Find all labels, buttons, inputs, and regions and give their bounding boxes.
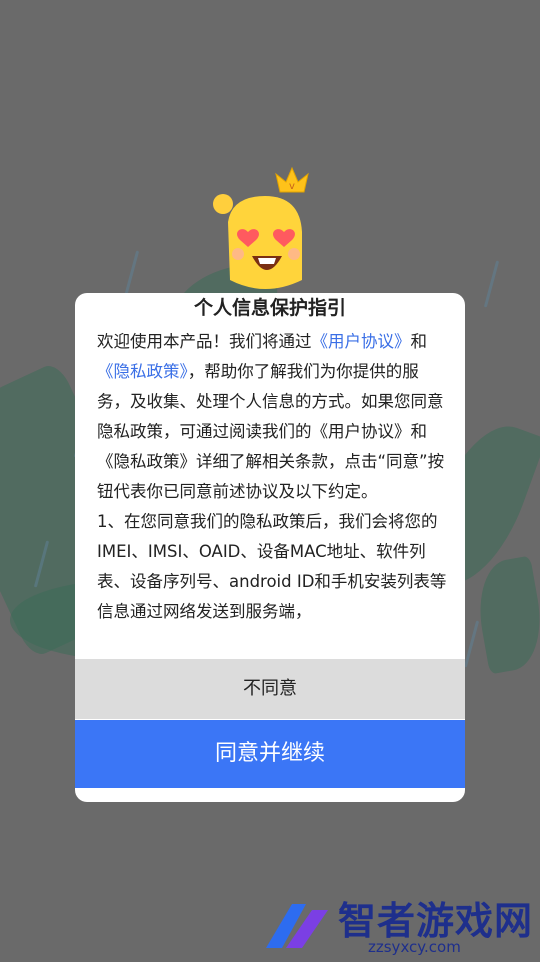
crowned-emoji-mascot-icon: v [210,162,320,302]
privacy-paragraph-2: 1、在您同意我们的隐私政策后，我们会将您的IMEI、IMSI、OAID、设备MA… [97,512,447,621]
zhizhe-logo-icon [262,898,332,958]
privacy-policy-link[interactable]: 《隐私政策》 [97,362,188,381]
and-text: 和 [410,332,428,351]
agree-continue-button[interactable]: 同意并继续 [75,720,465,788]
rain-streak [483,260,500,308]
user-agreement-link[interactable]: 《用户协议》 [312,332,411,351]
watermark-url: zzsyxcy.com [368,938,461,956]
watermark-text: 智者游戏网 [338,899,534,943]
paragraph-1-rest: ，帮助你了解我们为你提供的服务，及收集、处理个人信息的方式。如果您同意隐私政策，… [97,362,445,501]
rain-streak [123,250,140,298]
leaf-decoration [470,555,540,675]
svg-text:v: v [289,181,295,192]
intro-text: 欢迎使用本产品！我们将通过 [97,332,312,351]
privacy-dialog: 个人信息保护指引 欢迎使用本产品！我们将通过《用户协议》和《隐私政策》，帮助你了… [75,293,465,802]
site-watermark: 智者游戏网 zzsyxcy.com [258,880,540,960]
rain-streak [463,620,480,668]
disagree-button[interactable]: 不同意 [75,659,465,719]
privacy-content[interactable]: 欢迎使用本产品！我们将通过《用户协议》和《隐私政策》，帮助你了解我们为你提供的服… [97,327,447,653]
privacy-paragraph-1: 欢迎使用本产品！我们将通过《用户协议》和《隐私政策》，帮助你了解我们为你提供的服… [97,327,447,507]
